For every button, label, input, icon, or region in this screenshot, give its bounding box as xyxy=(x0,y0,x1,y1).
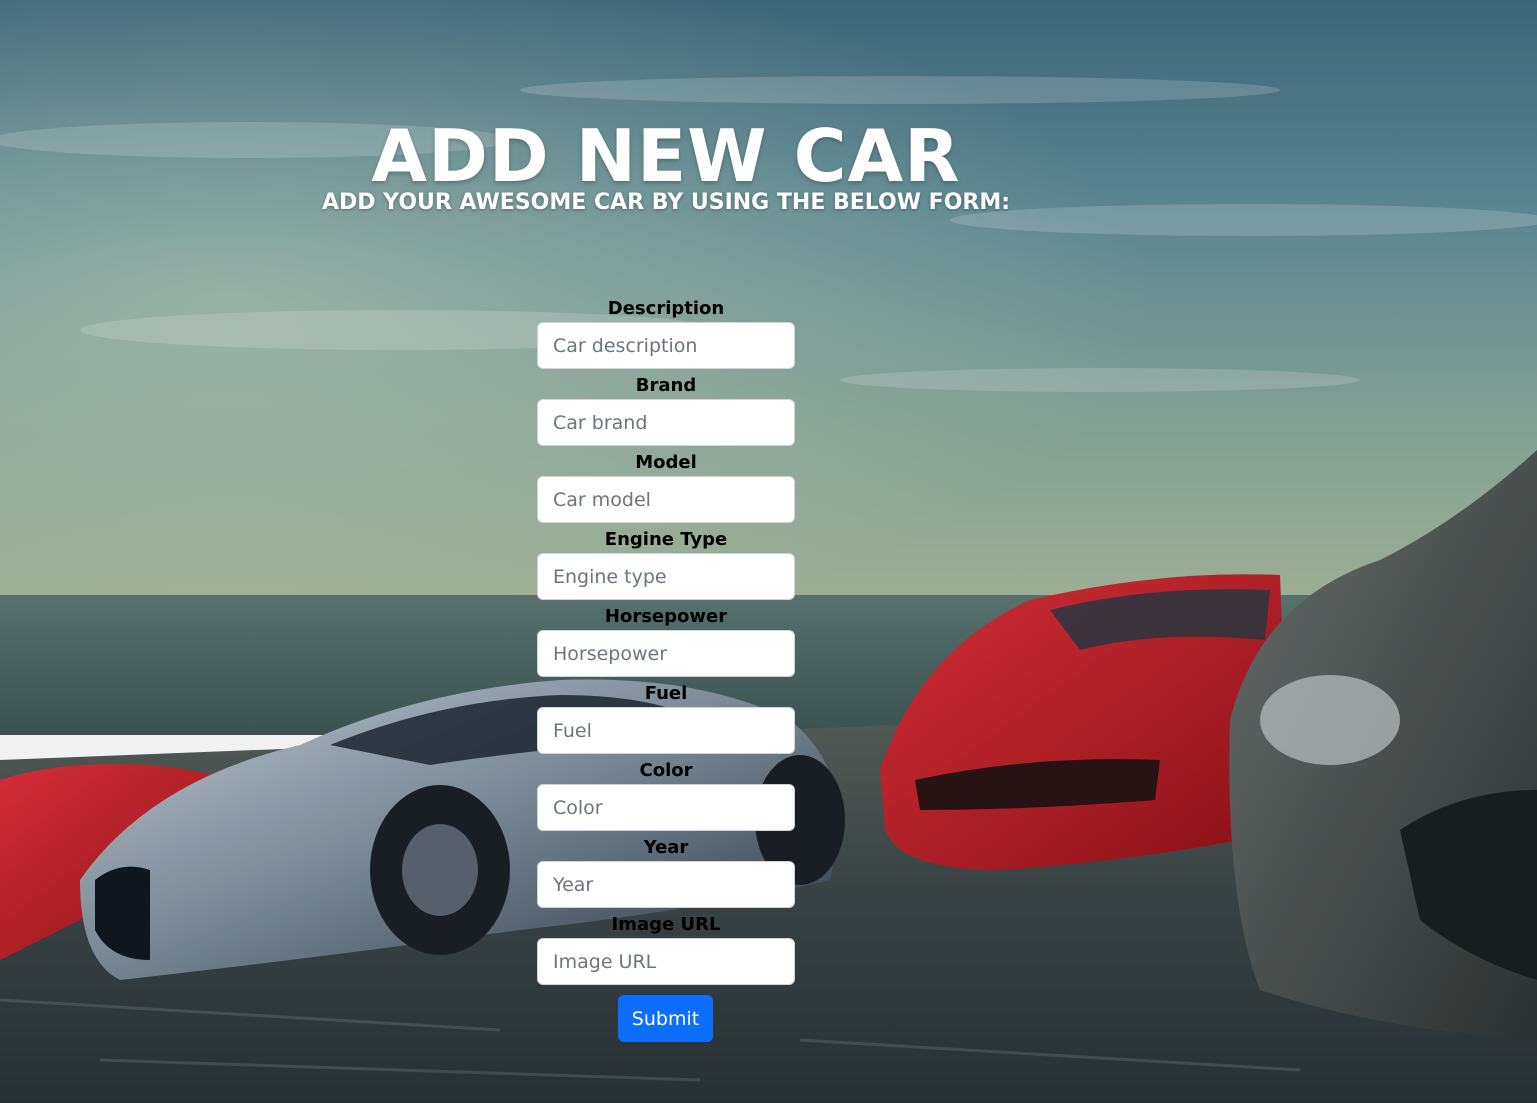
engine-type-input[interactable] xyxy=(537,553,795,600)
page-subtitle: ADD YOUR AWESOME CAR BY USING THE BELOW … xyxy=(321,190,1011,215)
year-input[interactable] xyxy=(537,861,795,908)
brand-input[interactable] xyxy=(537,399,795,446)
year-label: Year xyxy=(643,837,689,858)
image-url-field-group: Image URL xyxy=(537,911,795,988)
fuel-field-group: Fuel xyxy=(537,680,795,757)
submit-button[interactable]: Submit xyxy=(618,995,713,1042)
year-field-group: Year xyxy=(537,834,795,911)
model-input[interactable] xyxy=(537,476,795,523)
model-label: Model xyxy=(635,452,697,473)
horsepower-label: Horsepower xyxy=(604,606,728,627)
fuel-label: Fuel xyxy=(644,683,688,704)
color-field-group: Color xyxy=(537,757,795,834)
color-label: Color xyxy=(639,760,693,781)
color-input[interactable] xyxy=(537,784,795,831)
image-url-label: Image URL xyxy=(611,914,721,935)
page-header: ADD NEW CAR ADD YOUR AWESOME CAR BY USIN… xyxy=(0,112,1332,218)
description-label: Description xyxy=(607,298,725,319)
description-field-group: Description xyxy=(537,295,795,372)
image-url-input[interactable] xyxy=(537,938,795,985)
horsepower-input[interactable] xyxy=(537,630,795,677)
engine-type-label: Engine Type xyxy=(604,529,728,550)
horsepower-field-group: Horsepower xyxy=(537,603,795,680)
fuel-input[interactable] xyxy=(537,707,795,754)
add-car-form: Description Brand Model Engine Type Hors… xyxy=(537,295,795,988)
model-field-group: Model xyxy=(537,449,795,526)
description-input[interactable] xyxy=(537,322,795,369)
engine-type-field-group: Engine Type xyxy=(537,526,795,603)
brand-label: Brand xyxy=(635,375,697,396)
page-title: ADD NEW CAR xyxy=(371,114,961,198)
brand-field-group: Brand xyxy=(537,372,795,449)
